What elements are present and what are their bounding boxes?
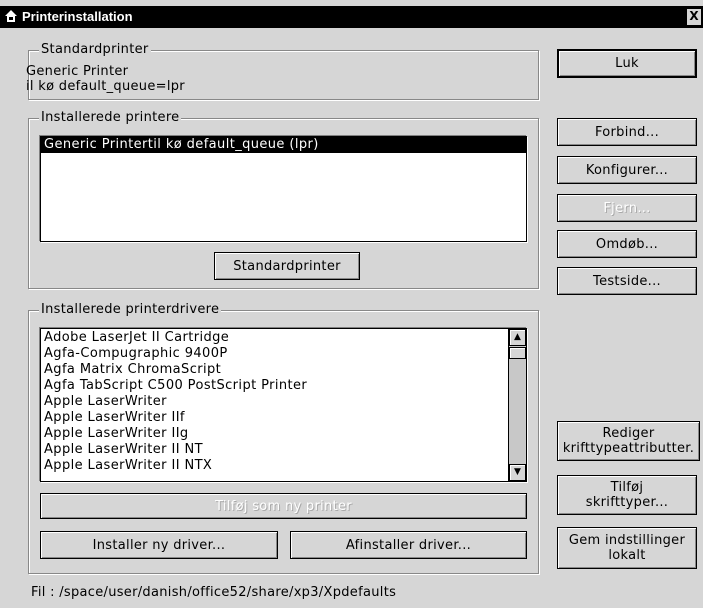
add-fonts-line2: skrifttyper... <box>585 495 669 510</box>
installed-printers-list[interactable]: Generic Printertil kø default_queue (lpr… <box>40 136 527 242</box>
edit-font-attributes-line2: krifttypeattributter. <box>562 441 695 456</box>
window-title: Printerinstallation <box>22 9 133 24</box>
printer-app-icon <box>5 10 17 22</box>
driver-list-item[interactable]: Apple LaserWriter II NTX <box>41 458 507 474</box>
test-page-button[interactable]: Testside... <box>557 267 697 295</box>
add-fonts-button[interactable]: Tilføj skrifttyper... <box>557 475 697 515</box>
default-printer-legend: Standardprinter <box>39 42 151 58</box>
driver-list-item[interactable]: Adobe LaserJet II Cartridge <box>41 330 507 346</box>
save-settings-line1: Gem indstillinger <box>568 533 686 548</box>
printer-installation-window: Printerinstallation X Standardprinter Ge… <box>0 0 703 608</box>
installed-drivers-legend: Installerede printerdrivere <box>39 302 222 318</box>
scrollbar-thumb[interactable] <box>509 347 526 359</box>
driver-list-item[interactable]: Agfa Matrix ChromaScript <box>41 362 507 378</box>
add-fonts-line1: Tilføj <box>610 480 644 495</box>
connect-button[interactable]: Forbind... <box>557 118 697 146</box>
arrow-down-icon[interactable]: ▼ <box>509 464 526 481</box>
edit-font-attributes-line1: Rediger <box>602 426 655 441</box>
driver-list-item[interactable]: Apple LaserWriter II NT <box>41 442 507 458</box>
driver-list-item[interactable]: Apple LaserWriter <box>41 394 507 410</box>
drivers-scrollbar[interactable]: ▲ ▼ <box>508 329 526 481</box>
driver-list-item[interactable]: Agfa-Compugraphic 9400P <box>41 346 507 362</box>
default-printer-queue: il kø default_queue=lpr <box>26 79 185 94</box>
uninstall-driver-button[interactable]: Afinstaller driver... <box>290 531 527 559</box>
printer-list-item[interactable]: Generic Printertil kø default_queue (lpr… <box>41 137 526 153</box>
configure-button[interactable]: Konfigurer... <box>557 156 697 184</box>
arrow-up-icon[interactable]: ▲ <box>509 329 526 346</box>
add-as-new-printer-button: Tilføj som ny printer <box>40 493 527 519</box>
rename-button[interactable]: Omdøb... <box>557 230 697 258</box>
edit-font-attributes-button[interactable]: Rediger krifttypeattributter. <box>557 421 700 461</box>
driver-list-item[interactable]: Agfa TabScript C500 PostScript Printer <box>41 378 507 394</box>
set-default-printer-button[interactable]: Standardprinter <box>214 252 360 280</box>
drivers-list[interactable]: Adobe LaserJet II Cartridge Agfa-Compugra… <box>40 328 527 482</box>
remove-label: Fjern... <box>603 200 651 216</box>
add-as-new-printer-label: Tilføj som ny printer <box>215 498 352 514</box>
close-icon[interactable]: X <box>687 9 701 25</box>
driver-list-item[interactable]: Apple LaserWriter IIf <box>41 410 507 426</box>
save-settings-line2: lokalt <box>608 548 646 563</box>
installed-printers-legend: Installerede printere <box>39 110 182 126</box>
default-printer-name: Generic Printer <box>26 64 129 79</box>
title-bar[interactable]: Printerinstallation X <box>0 6 703 28</box>
save-settings-locally-button[interactable]: Gem indstillinger lokalt <box>557 527 697 569</box>
config-file-path: Fil : /space/user/danish/office52/share/… <box>31 585 397 600</box>
install-new-driver-button[interactable]: Installer ny driver... <box>40 531 278 559</box>
close-button[interactable]: Luk <box>557 49 697 78</box>
remove-button: Fjern... <box>557 194 697 222</box>
driver-list-item[interactable]: Apple LaserWriter IIg <box>41 426 507 442</box>
